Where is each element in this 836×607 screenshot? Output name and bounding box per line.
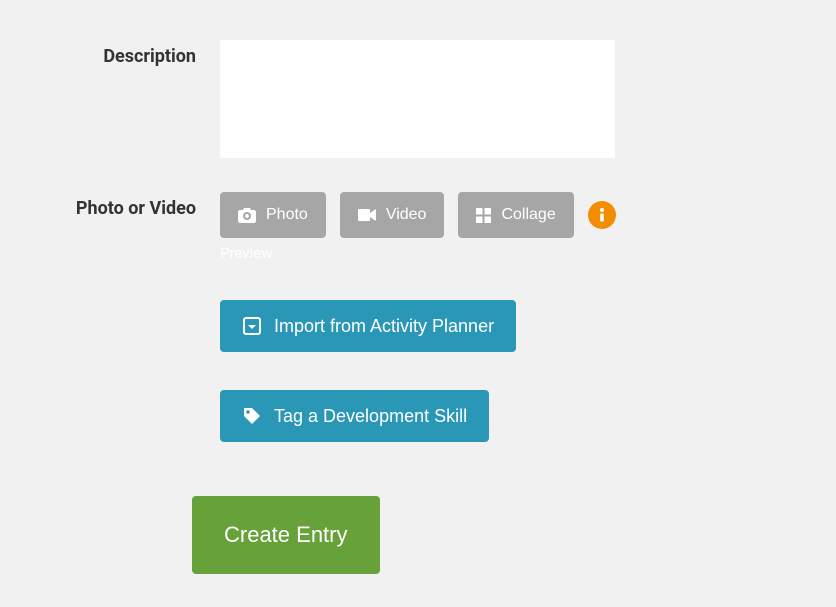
collage-icon [476, 208, 491, 223]
tag-icon [242, 406, 262, 426]
import-button-label: Import from Activity Planner [274, 316, 494, 337]
description-input[interactable] [220, 40, 615, 158]
video-button[interactable]: Video [340, 192, 445, 238]
preview-link[interactable]: Preview [220, 244, 816, 262]
submit-row: Create Entry [20, 496, 816, 574]
description-row: Description [20, 40, 816, 162]
create-entry-button[interactable]: Create Entry [192, 496, 380, 574]
collage-button[interactable]: Collage [458, 192, 573, 238]
tag-button-label: Tag a Development Skill [274, 406, 467, 427]
info-icon [598, 207, 606, 223]
description-content [220, 40, 816, 162]
collage-button-label: Collage [501, 206, 555, 224]
media-buttons: Photo Video Collage [220, 192, 816, 238]
photo-button-label: Photo [266, 206, 308, 224]
media-content: Photo Video Collage [220, 192, 816, 442]
media-row: Photo or Video Photo Video [20, 192, 816, 442]
video-button-label: Video [386, 206, 427, 224]
import-icon [242, 316, 262, 336]
create-entry-label: Create Entry [224, 522, 348, 548]
media-label: Photo or Video [20, 192, 220, 219]
import-button[interactable]: Import from Activity Planner [220, 300, 516, 352]
tag-button[interactable]: Tag a Development Skill [220, 390, 489, 442]
video-icon [358, 209, 376, 221]
description-label: Description [20, 40, 220, 67]
tag-block: Tag a Development Skill [220, 390, 816, 442]
photo-button[interactable]: Photo [220, 192, 326, 238]
camera-icon [238, 208, 256, 223]
import-block: Import from Activity Planner [220, 300, 816, 352]
info-button[interactable] [588, 201, 616, 229]
